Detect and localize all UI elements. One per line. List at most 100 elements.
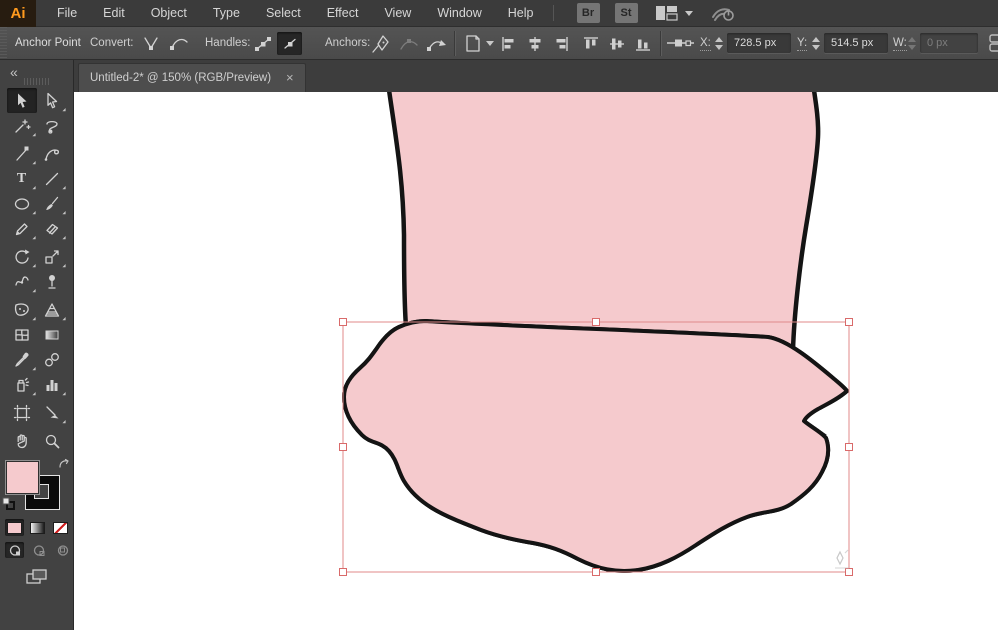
slice-tool[interactable] (37, 400, 67, 425)
pencil-tool[interactable] (7, 216, 37, 241)
selected-blob-shape[interactable] (342, 319, 849, 573)
align-vertical-top-button[interactable] (580, 32, 602, 55)
menu-effect[interactable]: Effect (314, 0, 372, 27)
document-tab[interactable]: Untitled-2* @ 150% (RGB/Preview) × (78, 63, 306, 92)
draw-behind-icon (33, 544, 45, 556)
paintbrush-tool[interactable] (37, 191, 67, 216)
direct-selection-tool[interactable] (37, 88, 67, 113)
fill-color-swatch[interactable] (5, 460, 40, 495)
document-icon (465, 34, 480, 52)
zoom-tool[interactable] (37, 428, 67, 453)
curvature-tool[interactable] (37, 141, 67, 166)
x-input[interactable]: 728.5 px (727, 33, 791, 53)
perspective-grid-tool[interactable] (37, 297, 67, 322)
blend-tool-icon (44, 352, 59, 366)
menu-view[interactable]: View (371, 0, 424, 27)
type-tool[interactable]: T (7, 166, 37, 191)
convert-to-corner-button[interactable] (138, 32, 163, 55)
corner-point-icon (143, 36, 158, 50)
none-mode-button[interactable] (51, 519, 70, 536)
default-fill-stroke-icon[interactable] (2, 497, 15, 515)
align-vertical-bottom-button[interactable] (632, 32, 654, 55)
pen-tool[interactable] (7, 141, 37, 166)
x-stepper[interactable] (713, 34, 724, 52)
draw-inside-button[interactable] (54, 542, 73, 558)
remove-anchor-icon (399, 38, 418, 50)
handle-middle-right[interactable] (845, 443, 853, 451)
menu-edit[interactable]: Edit (90, 0, 138, 27)
y-stepper[interactable] (810, 34, 821, 52)
rotate-tool[interactable] (7, 244, 37, 269)
cut-path-button[interactable] (368, 32, 393, 55)
hide-handles-button[interactable] (277, 32, 302, 55)
swap-fill-stroke-icon[interactable] (58, 458, 71, 476)
workspace-switcher[interactable] (655, 5, 693, 21)
line-segment-tool[interactable] (37, 166, 67, 191)
align-horizontal-center-button[interactable] (524, 32, 546, 55)
shape-builder-tool[interactable] (7, 297, 37, 322)
convert-to-smooth-button[interactable] (166, 32, 191, 55)
blend-tool[interactable] (37, 347, 67, 372)
handle-top-center[interactable] (592, 318, 600, 326)
gradient-tool[interactable] (37, 322, 67, 347)
collapse-panel-button[interactable]: « (10, 63, 18, 81)
handle-bottom-left[interactable] (339, 568, 347, 576)
separator (660, 31, 661, 56)
eraser-tool[interactable] (37, 216, 67, 241)
show-handles-button[interactable] (250, 32, 275, 55)
scale-tool[interactable] (37, 244, 67, 269)
artwork (339, 92, 853, 576)
draw-normal-button[interactable] (5, 542, 25, 558)
handle-bottom-center[interactable] (592, 568, 600, 576)
slice-tool-icon (45, 405, 58, 418)
align-horizontal-right-button[interactable] (550, 32, 572, 55)
menu-help[interactable]: Help (495, 0, 547, 27)
document-setup-button[interactable] (460, 32, 496, 55)
menu-window[interactable]: Window (424, 0, 494, 27)
puppet-warp-tool[interactable] (37, 269, 67, 294)
width-tool[interactable] (7, 269, 37, 294)
hand-tool[interactable] (7, 428, 37, 453)
symbol-sprayer-tool[interactable] (7, 372, 37, 397)
connect-endpoints-button[interactable] (424, 32, 449, 55)
y-input[interactable]: 514.5 px (824, 33, 888, 53)
menu-object[interactable]: Object (138, 0, 200, 27)
magic-wand-tool[interactable] (7, 113, 37, 138)
sync-status[interactable] (711, 4, 735, 22)
canvas-area[interactable] (74, 92, 998, 630)
lasso-tool[interactable] (37, 113, 67, 138)
mesh-tool[interactable] (7, 322, 37, 347)
puppet-warp-tool-icon (47, 274, 56, 289)
show-handles-icon (254, 36, 271, 51)
eyedropper-tool[interactable] (7, 347, 37, 372)
screen-mode-button[interactable] (22, 566, 52, 588)
panel-drag-grip[interactable] (24, 78, 50, 85)
navigation-tools-group (0, 428, 73, 453)
align-horizontal-left-button[interactable] (498, 32, 520, 55)
convert-label: Convert: (90, 37, 134, 49)
draw-behind-button[interactable] (29, 542, 48, 558)
handle-top-right[interactable] (845, 318, 853, 326)
hide-handles-icon (283, 38, 296, 49)
stock-button[interactable]: St (614, 3, 638, 23)
menu-type[interactable]: Type (200, 0, 253, 27)
close-tab-icon[interactable]: × (286, 71, 294, 84)
handle-bottom-right[interactable] (845, 568, 853, 576)
color-mode-button[interactable] (5, 519, 24, 536)
ellipse-tool[interactable] (7, 191, 37, 216)
control-bar-grip[interactable] (0, 27, 7, 60)
handle-top-left[interactable] (339, 318, 347, 326)
trunk-shape[interactable] (387, 92, 819, 360)
selection-tool[interactable] (6, 88, 37, 113)
menu-file[interactable]: File (44, 0, 90, 27)
align-vertical-center-button[interactable] (606, 32, 628, 55)
cut-path-icon (371, 34, 389, 53)
menu-select[interactable]: Select (253, 0, 314, 27)
remove-anchor-button[interactable] (396, 32, 421, 55)
artboard-tool[interactable] (7, 400, 37, 425)
anchor-point-cursor (835, 549, 849, 569)
handle-middle-left[interactable] (339, 443, 347, 451)
column-graph-tool[interactable] (37, 372, 67, 397)
gradient-mode-button[interactable] (28, 519, 47, 536)
bridge-button[interactable]: Br (576, 3, 600, 23)
